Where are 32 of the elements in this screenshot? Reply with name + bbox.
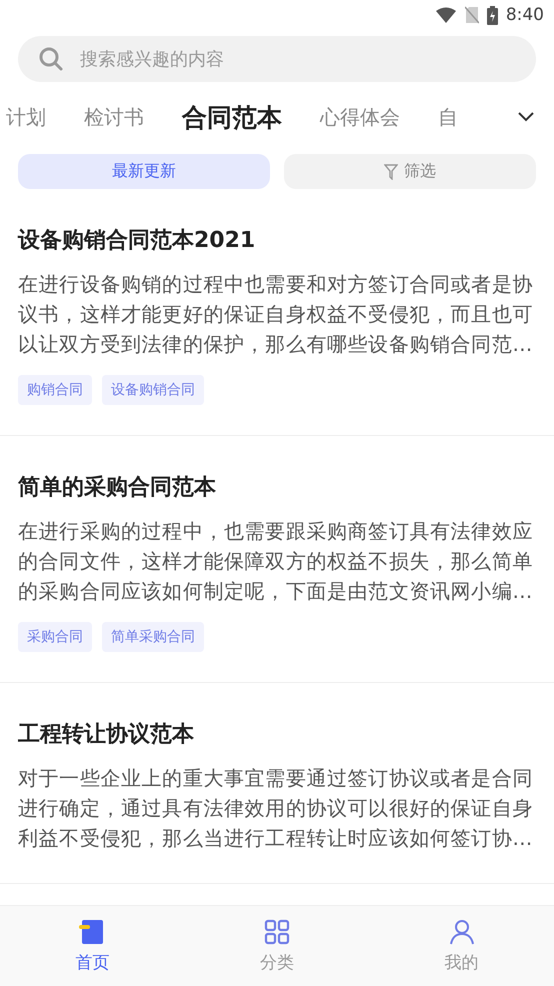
category-tab[interactable]: 计划 [6, 104, 46, 130]
battery-icon [486, 6, 498, 24]
filter-button[interactable]: 筛选 [284, 154, 536, 189]
article-title[interactable]: 简单的采购合同范本 [18, 472, 538, 502]
chevron-down-icon[interactable] [518, 112, 534, 122]
category-tab[interactable]: 合同范本 [182, 100, 282, 134]
tag[interactable]: 设备购销合同 [102, 375, 204, 405]
nav-item[interactable]: 我的 [369, 906, 554, 986]
nav-item[interactable]: 首页 [0, 906, 185, 986]
tag[interactable]: 购销合同 [18, 375, 92, 405]
tag[interactable]: 采购合同 [18, 622, 92, 652]
filter-icon [384, 164, 398, 180]
article-title[interactable]: 设备购销合同范本2021 [18, 225, 538, 255]
status-time: 8:40 [506, 5, 544, 25]
search-input[interactable]: 搜索感兴趣的内容 [78, 48, 516, 70]
article-summary: 在进行采购的过程中，也需要跟采购商签订具有法律效应的合同文件，这样才能保障双方的权益不损失，那么简单的采购合同应该如何制定呢，下面是由范文资讯网小编… [18, 518, 534, 605]
article-title[interactable]: 工程转让协议范本 [18, 719, 538, 749]
tag[interactable]: 简单采购合同 [102, 622, 204, 652]
wifi-icon [434, 7, 457, 23]
category-tab[interactable]: 自 [438, 104, 458, 130]
nav-item[interactable]: 分类 [184, 906, 370, 986]
search-field[interactable]: 搜索感兴趣的内容 [18, 36, 536, 82]
category-tab[interactable]: 心得体会 [320, 104, 400, 130]
book-icon [79, 918, 106, 944]
article-summary: 对于一些企业上的重大事宜需要通过签订协议或者是合同进行确定，通过具有法律效用的协议可以很好的保证自身利益不受侵犯，那么当进行工程转让时应该如何签订协… [18, 765, 534, 852]
sort-button[interactable]: 最新更新 [18, 154, 270, 189]
no-sim-icon [464, 6, 479, 24]
search-icon [38, 46, 64, 72]
category-tab[interactable]: 检讨书 [84, 104, 144, 130]
person-icon [448, 918, 475, 944]
grid-icon [264, 918, 290, 944]
article-summary: 在进行设备购销的过程中也需要和对方签订合同或者是协议书，这样才能更好的保证自身权益不受侵犯，而且也可以让双方受到法律的保护，那么有哪些设备购销合同范… [18, 271, 534, 358]
